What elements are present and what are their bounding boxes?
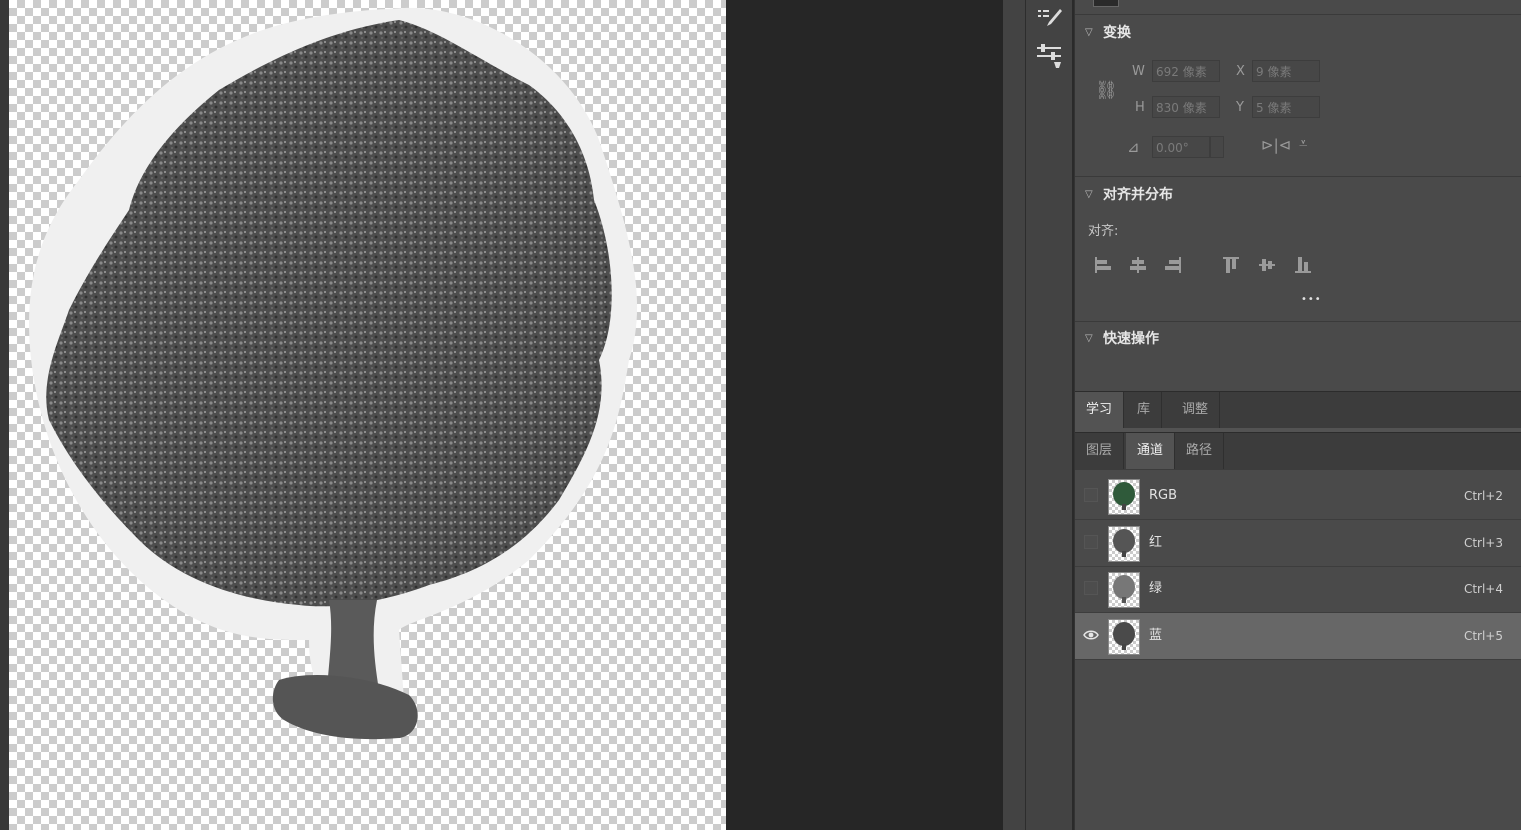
align-buttons [1095,257,1311,273]
visibility-toggle[interactable] [1084,488,1098,502]
y-label: Y [1236,100,1244,115]
channel-row-blue[interactable]: 蓝 Ctrl+5 [1075,613,1521,660]
quick-actions-header[interactable]: ▽ 快速操作 [1085,328,1159,348]
tab-layers[interactable]: 图层 [1075,433,1125,469]
channel-shortcut: Ctrl+5 [1463,629,1503,643]
angle-icon: ⊿ [1127,138,1140,156]
visibility-toggle[interactable] [1084,535,1098,549]
link-icon[interactable]: ⛓ [1095,80,1118,101]
channel-name: RGB [1149,488,1178,503]
channel-shortcut: Ctrl+3 [1463,536,1503,550]
align-left-icon [1095,257,1111,273]
angle-dropdown[interactable] [1210,136,1224,158]
tab-learn[interactable]: 学习 [1075,392,1125,428]
channel-shortcut: Ctrl+2 [1463,489,1503,503]
tab-adjustments[interactable]: 调整 [1171,392,1221,428]
align-bottom-icon [1295,257,1311,273]
quick-actions-title: 快速操作 [1103,331,1159,347]
align-top-icon [1223,257,1239,273]
document-canvas[interactable] [9,0,726,830]
tab-paths[interactable]: 路径 [1175,433,1225,469]
flip-horizontal-icon[interactable]: ⊳|⊲ [1261,136,1291,154]
eye-icon[interactable] [1083,629,1099,645]
transform-title: 变换 [1103,25,1131,41]
channel-name: 蓝 [1149,628,1163,643]
adjustments-icon[interactable] [1034,40,1064,70]
align-vcenter-icon [1259,259,1275,271]
tab-channels[interactable]: 通道 [1126,433,1176,469]
panel-toolstrip [1026,0,1074,830]
align-header[interactable]: ▽ 对齐并分布 [1085,184,1173,204]
panel-top-icon [1093,0,1119,7]
x-label: X [1236,64,1245,79]
align-right-icon [1165,257,1181,273]
visibility-toggle[interactable] [1084,581,1098,595]
channel-thumbnail [1108,526,1140,562]
x-field[interactable]: 9 像素 [1252,60,1320,82]
more-options-button[interactable]: ••• [1301,294,1322,305]
channel-thumbnail [1108,619,1140,655]
channel-thumbnail [1108,479,1140,515]
align-label: 对齐: [1088,224,1119,239]
angle-field[interactable]: 0.00° [1152,136,1210,158]
window-edge [0,0,9,830]
channel-thumbnail [1108,572,1140,608]
chevron-down-icon: ▽ [1085,332,1093,344]
height-field[interactable]: 830 像素 [1152,96,1220,118]
tree-crown [46,20,612,607]
h-label: H [1135,100,1145,115]
channel-name: 绿 [1149,581,1163,596]
brush-settings-icon[interactable] [1034,4,1064,34]
top-tabbar: 学习 库 调整 [1075,391,1521,429]
y-field[interactable]: 5 像素 [1252,96,1320,118]
tree-image [29,7,638,740]
panel-gutter [1003,0,1026,830]
tab-library[interactable]: 库 [1126,392,1163,428]
channel-name: 红 [1149,535,1163,550]
channel-row-red[interactable]: 红 Ctrl+3 [1075,520,1521,567]
chevron-down-icon: ▽ [1085,188,1093,200]
transform-header[interactable]: ▽ 变换 [1085,22,1131,42]
align-hcenter-icon [1130,257,1146,273]
align-title: 对齐并分布 [1103,187,1173,203]
channel-shortcut: Ctrl+4 [1463,582,1503,596]
channel-row-green[interactable]: 绿 Ctrl+4 [1075,566,1521,613]
channels-tabbar: 图层 通道 路径 [1075,432,1521,470]
pasteboard [726,0,1003,830]
flip-vertical-icon[interactable]: ⩡ [1299,134,1307,152]
w-label: W [1132,64,1145,79]
channel-row-rgb[interactable]: RGB Ctrl+2 [1075,473,1521,520]
width-field[interactable]: 692 像素 [1152,60,1220,82]
properties-panel: ▽ 变换 ⛓ W 692 像素 X 9 像素 H 830 像素 Y 5 像素 ⊿… [1074,0,1521,830]
chevron-down-icon: ▽ [1085,26,1093,38]
